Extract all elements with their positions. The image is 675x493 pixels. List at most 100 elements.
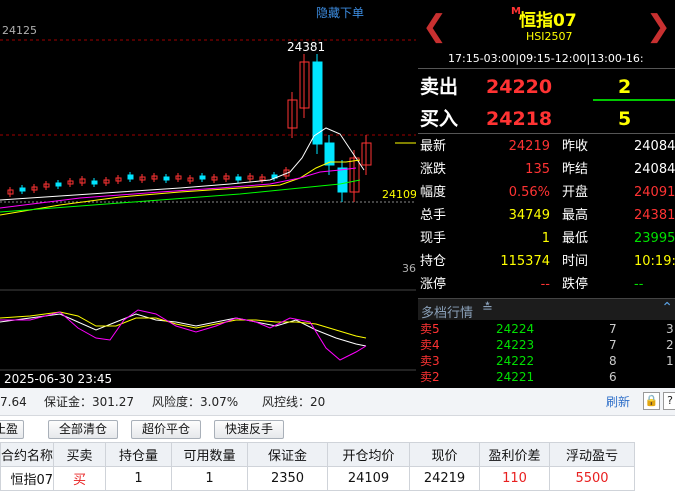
depth-size: 8 (609, 354, 617, 368)
depth-size: 6 (609, 370, 617, 384)
stop-button[interactable]: 止盈 (0, 420, 24, 439)
stat-value: 24084 (634, 162, 675, 177)
column-header[interactable]: 合约名称 (0, 442, 55, 467)
table-cell: 恒指07 (0, 466, 55, 491)
account-value: 7.64 (0, 395, 27, 409)
close-all-button[interactable]: 全部清仓 (48, 420, 118, 439)
ask-label: 卖出 (420, 76, 459, 98)
positions-header: 合约名称 买卖 持仓量 可用数量 保证金 开仓均价 现价 盈利价差 浮动盈亏 (0, 442, 636, 467)
table-cell: 24219 (409, 466, 481, 491)
margin-text: 保证金：301.27 (44, 395, 134, 409)
stat-label: 现手 (420, 231, 447, 246)
column-header[interactable]: 可用数量 (171, 442, 249, 467)
ask-row[interactable]: 卖出 24220 2 (418, 74, 675, 100)
kline-chart[interactable]: 隐藏下单 24125 24381 24109 36 2025-06-30 23:… (0, 0, 416, 388)
depth-label: 卖4 (420, 338, 440, 352)
price-axis-label: 24125 (2, 24, 37, 37)
table-cell: 5500 (549, 466, 636, 491)
stat-label: 最新 (420, 139, 447, 154)
contract-name: 恒指07 (519, 11, 577, 31)
depth-row[interactable]: 卖2 24221 6 (418, 369, 675, 385)
depth-size: 7 (609, 322, 617, 336)
bid-label: 买入 (420, 108, 459, 130)
quote-stat-row: 最新 24219 昨收 24084 (418, 136, 675, 158)
stat-value: 135 (525, 162, 550, 177)
candle-body (163, 176, 170, 181)
stat-value: 115374 (500, 254, 550, 269)
settings-icon[interactable]: ? (663, 392, 675, 410)
quote-stat-row: 涨停 -- 跌停 -- (418, 274, 675, 296)
depth-price: 24224 (496, 322, 535, 336)
column-header[interactable]: 保证金 (247, 442, 329, 467)
table-cell: 1 (105, 466, 173, 491)
hide-order-link[interactable]: 隐藏下单 (316, 4, 364, 21)
table-cell: 1 (171, 466, 249, 491)
depth-label: 卖2 (420, 370, 440, 384)
stat-label: 昨收 (562, 139, 589, 154)
depth-title: 多档行情 (421, 306, 474, 321)
stat-label: 时间 (562, 254, 589, 269)
risk-text: 风险度：3.07% (152, 395, 239, 409)
depth-row[interactable]: 卖3 24222 8 1 (418, 353, 675, 369)
stat-label: 涨跌 (420, 162, 447, 177)
ask-bar (593, 99, 675, 101)
column-header[interactable]: 买卖 (53, 442, 107, 467)
stat-value: 24084 (634, 139, 675, 154)
quote-stat-row: 现手 1 最低 23995 (418, 228, 675, 250)
column-header[interactable]: 现价 (409, 442, 481, 467)
reverse-button[interactable]: 快速反手 (214, 420, 284, 439)
account-bar: 7.64 保证金：301.27 风险度：3.07% 风控线：20 刷新 🔒 ? (0, 388, 675, 416)
stat-label: 总手 (420, 208, 447, 223)
candle-body (337, 167, 348, 193)
risk-line-text: 风控线：20 (262, 395, 326, 409)
depth-header[interactable]: 多档行情 ≛ ⌃ (418, 298, 675, 321)
ask-size: 2 (618, 76, 632, 98)
stat-value: 24091 (634, 185, 675, 200)
action-toolbar: 止盈 全部清仓 超价平仓 快速反手 (0, 416, 675, 442)
indicator-line (0, 311, 367, 339)
expand-icon[interactable]: ≛ (482, 301, 493, 316)
order-panel: 7.64 保证金：301.27 风险度：3.07% 风控线：20 刷新 🔒 ? … (0, 388, 675, 493)
stat-value: 23995 (634, 231, 675, 246)
indicator-line (0, 309, 367, 361)
column-header[interactable]: 盈利价差 (479, 442, 551, 467)
column-header[interactable]: 浮动盈亏 (549, 442, 636, 467)
depth-extra: 2 (666, 338, 674, 352)
column-header[interactable]: 持仓量 (105, 442, 173, 467)
indicator-line (0, 313, 367, 347)
depth-row[interactable]: 卖4 24223 7 2 (418, 337, 675, 353)
kline-canvas[interactable] (0, 0, 416, 388)
column-header[interactable]: 开仓均价 (327, 442, 411, 467)
depth-row[interactable]: 卖5 24224 7 3 (418, 321, 675, 337)
volume-axis-label: 36 (402, 262, 416, 275)
stat-label: 幅度 (420, 185, 447, 200)
stat-value: 34749 (508, 208, 550, 223)
candle-body (199, 175, 206, 180)
position-row[interactable]: 恒指07 买 1 1 2350 24109 24219 110 5500 (0, 466, 636, 491)
candle-body (55, 182, 62, 187)
last-price-label: 24109 (382, 188, 416, 201)
stat-value: 10:19:24 (634, 254, 675, 269)
stat-label: 跌停 (562, 277, 589, 292)
refresh-link[interactable]: 刷新 (606, 388, 630, 416)
over-close-button[interactable]: 超价平仓 (131, 420, 201, 439)
stat-label: 最低 (562, 231, 589, 246)
lock-icon[interactable]: 🔒 (643, 392, 660, 410)
candle-body (19, 187, 26, 192)
prev-contract-icon[interactable]: ❮ (422, 12, 447, 42)
depth-label: 卖3 (420, 354, 440, 368)
stat-label: 开盘 (562, 185, 589, 200)
stat-value: -- (540, 277, 550, 292)
quote-stat-row: 涨跌 135 昨结 24084 (418, 159, 675, 181)
candle-body (235, 176, 242, 181)
ask-price: 24220 (486, 76, 553, 98)
depth-price: 24222 (496, 354, 535, 368)
candle-body (91, 180, 98, 185)
depth-label: 卖5 (420, 322, 440, 336)
stat-value: 1 (541, 231, 550, 246)
collapse-chevron-icon[interactable]: ⌃ (661, 300, 673, 316)
stat-label: 涨停 (420, 277, 447, 292)
bid-row[interactable]: 买入 24218 5 (418, 106, 675, 132)
depth-price: 24221 (496, 370, 535, 384)
next-contract-icon[interactable]: ❯ (646, 12, 671, 42)
